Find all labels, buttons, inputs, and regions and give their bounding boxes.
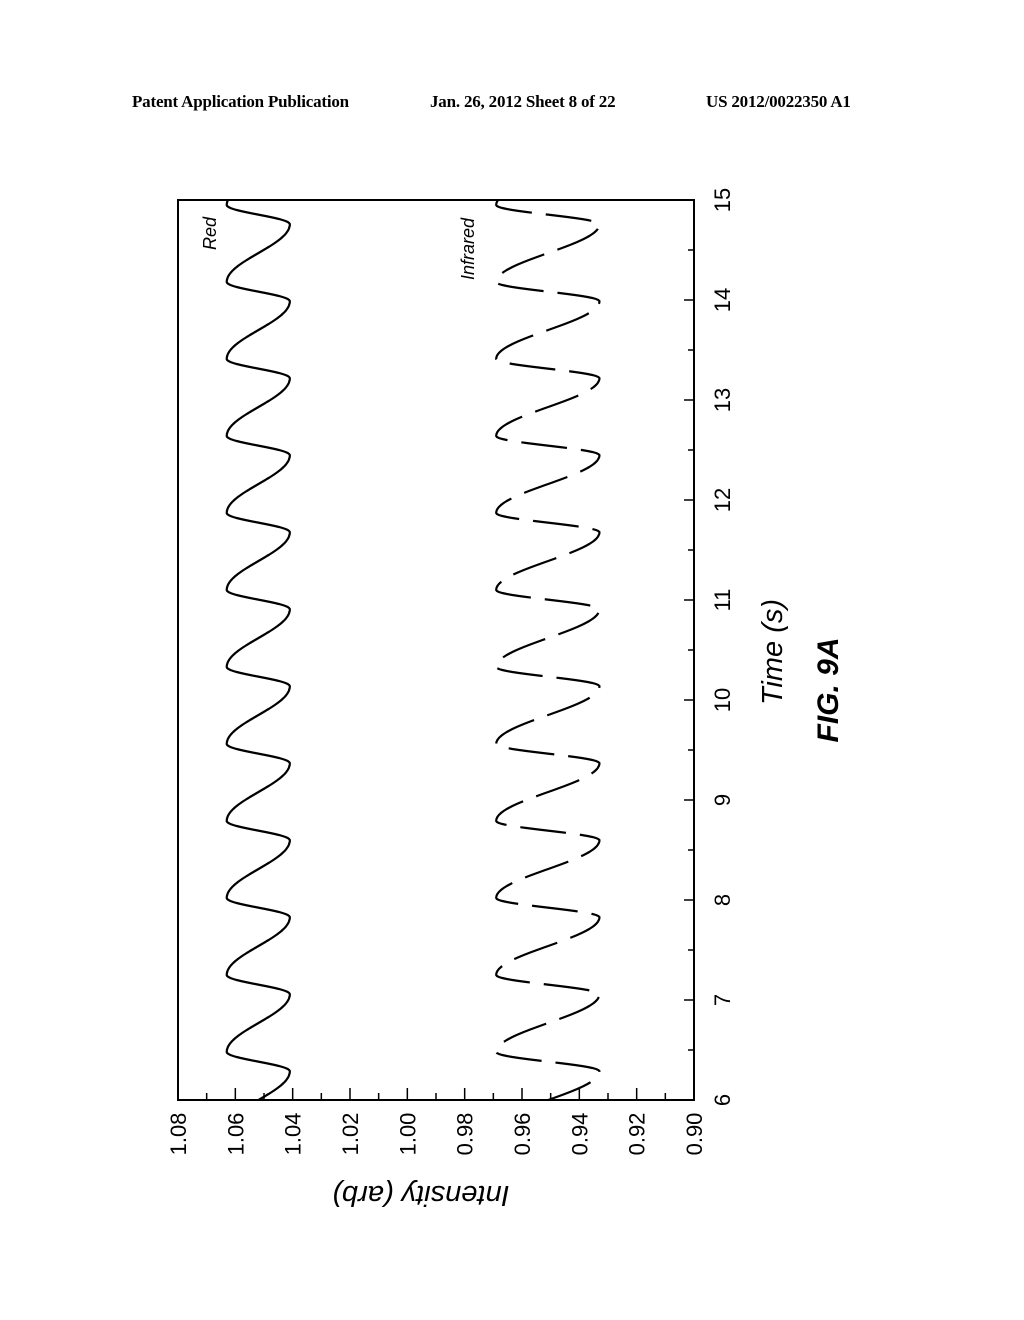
y-tick-label: 0.96 (510, 1113, 535, 1156)
y-axis-title: Intensity (arb) (332, 1179, 509, 1211)
x-tick-label: 8 (710, 894, 735, 906)
series-label-infrared: Infrared (458, 217, 478, 280)
series-label-red: Red (200, 216, 220, 250)
y-tick-label: 1.08 (166, 1113, 191, 1156)
y-tick-label: 1.02 (338, 1113, 363, 1156)
series-line-infrared (495, 199, 601, 1102)
x-tick-label: 15 (710, 188, 735, 212)
x-tick-label: 10 (710, 688, 735, 712)
figure-label: FIG. 9A (812, 637, 845, 742)
x-tick-label: 7 (710, 994, 735, 1006)
y-tick-label: 1.06 (223, 1113, 248, 1156)
y-tick-label: 0.92 (625, 1113, 650, 1156)
x-tick-label: 13 (710, 388, 735, 412)
y-tick-label: 1.00 (395, 1113, 420, 1156)
x-axis-title: Time (s) (757, 599, 789, 705)
x-tick-label: 6 (710, 1094, 735, 1106)
chart: 6 7 8 9 10 11 12 13 14 15 1.08 1.06 1.04 1.02 1.00 0.98… (166, 188, 845, 1211)
y-tick-label: 0.98 (453, 1113, 478, 1156)
y-tick-label: 1.04 (281, 1113, 306, 1156)
plot-frame (177, 199, 695, 1101)
x-tick-label: 11 (710, 589, 735, 612)
x-tick-label: 12 (710, 488, 735, 512)
series-line-red (225, 199, 291, 1101)
x-tick-label: 14 (710, 288, 735, 312)
y-tick-label: 0.90 (682, 1113, 707, 1156)
x-tick-label: 9 (710, 794, 735, 806)
y-tick-label: 0.94 (567, 1113, 592, 1156)
